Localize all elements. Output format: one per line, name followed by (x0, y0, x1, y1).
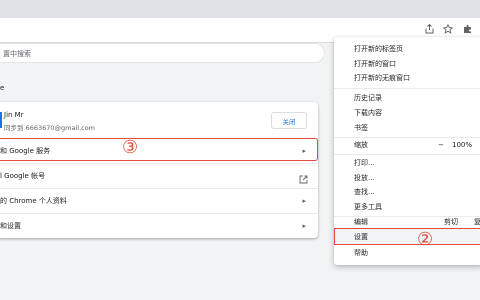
menu-item-print[interactable]: 打印... (334, 156, 480, 170)
menu-item-new-tab[interactable]: 打开新的标签页 (334, 42, 480, 56)
menu-item-help[interactable]: 帮助 (334, 246, 480, 260)
menu-item-history[interactable]: 历史记录 (334, 91, 480, 105)
menu-item-settings[interactable]: 设置 (334, 230, 480, 244)
menu-divider (334, 88, 480, 89)
row-label: 的 Chrome 个人资料 (0, 197, 67, 205)
menu-item-find[interactable]: 查找... (334, 185, 480, 199)
sync-status: 同步到 6663670@gmail.com (4, 124, 96, 132)
zoom-label: 缩放 (354, 141, 368, 149)
chevron-right-icon: ▸ (302, 222, 306, 230)
section-title: e (0, 84, 5, 92)
zoom-out-button[interactable]: − (438, 138, 444, 152)
menu-item-downloads[interactable]: 下载内容 (334, 106, 480, 120)
manage-google-account-row[interactable]: l Google 帐号 (0, 163, 318, 188)
menu-item-zoom: 缩放 − 100% (334, 138, 480, 152)
menu-item-edit: 编辑 剪切 复 (334, 215, 480, 229)
turn-off-sync-button[interactable]: 关闭 (271, 112, 307, 129)
annotation-circle-2: ② (417, 229, 434, 250)
annotation-highlight-sync-row (0, 138, 318, 161)
chrome-menu: 打开新的标签页 打开新的窗口 打开新的无痕窗口 历史记录 下载内容 书签 缩放 … (334, 37, 480, 265)
profile-row: Jin Mr 同步到 6663670@gmail.com 关闭 (0, 102, 318, 138)
settings-search-input[interactable]: 置中搜索 (0, 43, 325, 63)
menu-item-cast[interactable]: 投放... (334, 171, 480, 185)
chevron-right-icon: ▸ (302, 197, 306, 205)
row-label: 和设置 (0, 222, 21, 230)
menu-item-more-tools[interactable]: 更多工具 (334, 200, 480, 214)
row-label: l Google 帐号 (0, 172, 46, 180)
cut-button[interactable]: 剪切 (444, 215, 458, 229)
copy-button[interactable]: 复 (474, 215, 480, 229)
you-and-google-card: Jin Mr 同步到 6663670@gmail.com 关闭 和 Google… (0, 102, 318, 238)
annotation-circle-3: ③ (122, 137, 139, 158)
chrome-profile-row[interactable]: 的 Chrome 个人资料 ▸ (0, 188, 318, 213)
menu-item-incognito[interactable]: 打开新的无痕窗口 (334, 71, 480, 85)
star-icon[interactable] (441, 22, 455, 36)
tab-strip (0, 0, 480, 18)
menu-divider (334, 154, 480, 155)
avatar (0, 112, 2, 128)
import-settings-row[interactable]: 和设置 ▸ (0, 213, 318, 238)
zoom-level: 100% (452, 141, 473, 149)
external-link-icon (299, 170, 308, 184)
menu-item-new-window[interactable]: 打开新的窗口 (334, 57, 480, 71)
profile-name: Jin Mr (4, 111, 24, 119)
menu-item-bookmarks[interactable]: 书签 (334, 121, 480, 135)
extensions-icon[interactable] (461, 22, 475, 36)
share-icon[interactable] (422, 22, 436, 36)
edit-label: 编辑 (354, 218, 368, 226)
